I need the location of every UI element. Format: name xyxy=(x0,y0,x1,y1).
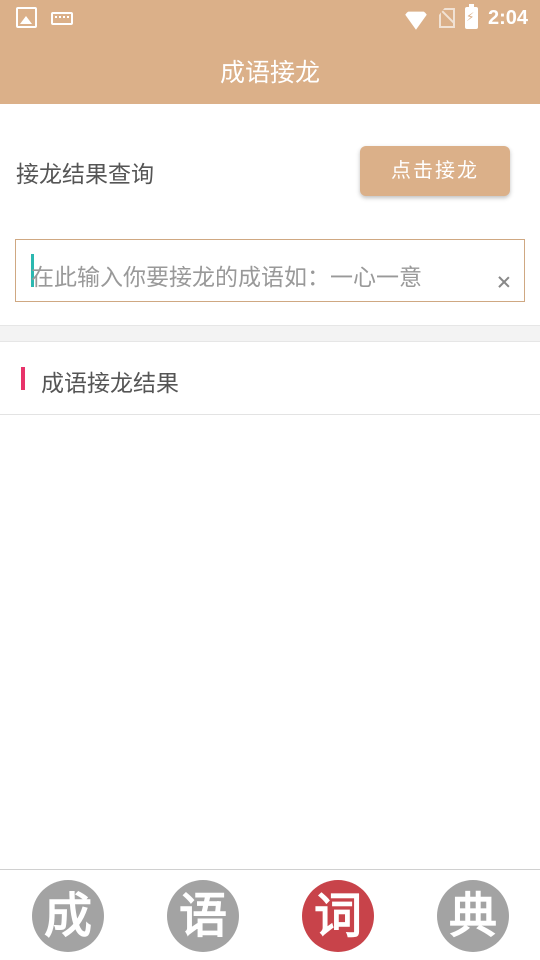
image-icon xyxy=(16,7,37,28)
wifi-icon xyxy=(403,5,429,31)
search-input-placeholder[interactable]: 在此输入你要接龙的成语如：一心一意 xyxy=(31,258,422,292)
query-label: 接龙结果查询 xyxy=(16,162,154,188)
results-list xyxy=(0,416,540,869)
status-time: 2:04 xyxy=(487,6,528,29)
chain-button[interactable]: 点击接龙 xyxy=(360,146,510,196)
status-right-icons: 2:04 xyxy=(403,4,528,31)
bottom-nav: 成 语 词 典 xyxy=(0,869,540,960)
nav-item-label: 典 xyxy=(448,888,497,944)
nav-item-dian[interactable]: 典 xyxy=(437,880,509,952)
nav-item-label: 成 xyxy=(43,888,92,944)
section-divider xyxy=(0,325,540,342)
nav-item-cheng[interactable]: 成 xyxy=(32,880,104,952)
page-title: 成语接龙 xyxy=(219,58,320,87)
results-section-header: 成语接龙结果 xyxy=(0,342,540,415)
status-left-icons xyxy=(16,7,73,28)
nav-item-ci[interactable]: 词 xyxy=(302,880,374,952)
battery-charging-icon xyxy=(464,4,478,29)
keyboard-icon xyxy=(51,12,73,25)
app-bar: 成语接龙 xyxy=(0,36,540,104)
nav-item-label: 语 xyxy=(178,888,227,944)
section-accent-bar xyxy=(21,367,25,390)
no-sim-icon xyxy=(438,8,455,28)
idiom-search-field[interactable]: 在此输入你要接龙的成语如：一心一意 xyxy=(15,239,525,302)
results-section-title: 成语接龙结果 xyxy=(41,371,179,397)
status-bar: 2:04 xyxy=(0,0,540,36)
nav-item-yu[interactable]: 语 xyxy=(167,880,239,952)
clear-icon[interactable] xyxy=(496,274,512,290)
nav-item-label: 词 xyxy=(313,888,362,944)
